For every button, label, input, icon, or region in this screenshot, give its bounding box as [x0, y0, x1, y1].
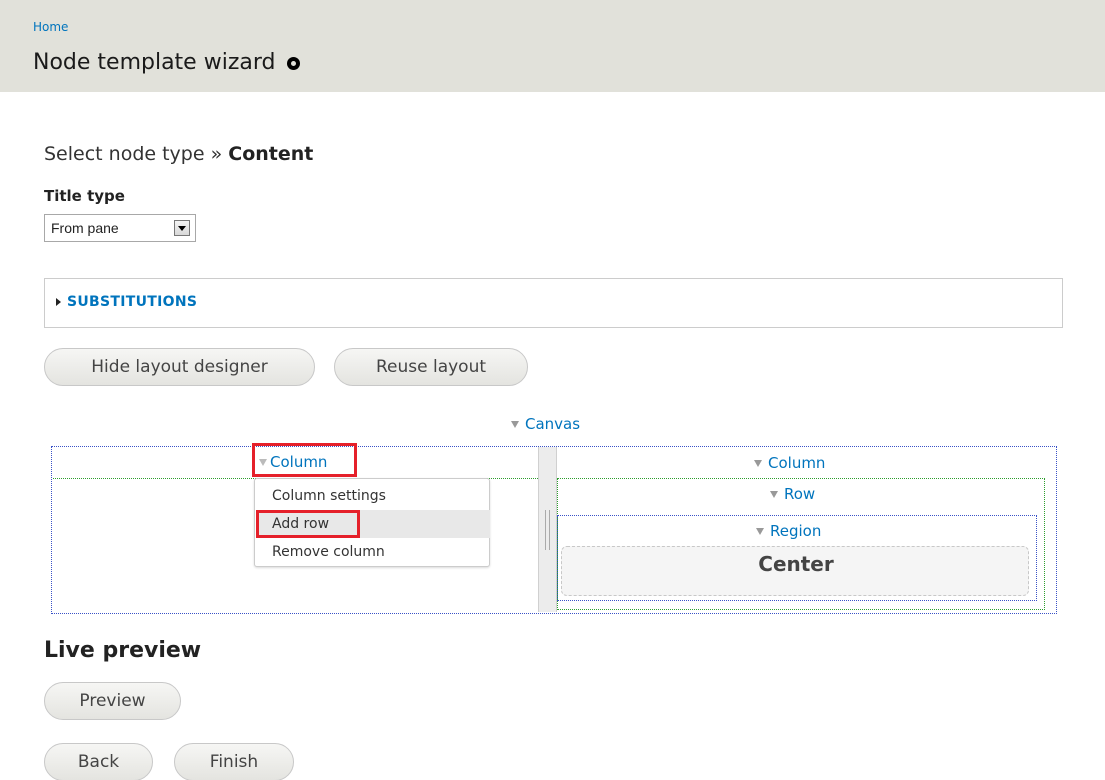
menu-item-remove-column[interactable]: Remove column — [256, 538, 490, 566]
substitutions-fieldset: SUBSTITUTIONS — [44, 278, 1063, 328]
wizard-trail: Select node type » Content — [44, 143, 313, 165]
splitter-grip-icon — [545, 510, 550, 550]
back-button[interactable]: Back — [44, 743, 153, 780]
wizard-step-current: Content — [228, 143, 314, 165]
region-center: Center — [561, 546, 1029, 596]
hide-layout-designer-button[interactable]: Hide layout designer — [44, 348, 315, 386]
highlight-annotation-add-row — [256, 510, 360, 538]
menu-item-column-settings[interactable]: Column settings — [256, 482, 490, 510]
title-type-selected-value: From pane — [51, 220, 119, 236]
title-type-select[interactable]: From pane — [44, 214, 196, 242]
row-menu-link[interactable]: Row — [770, 485, 815, 503]
page-title: Node template wizard — [33, 50, 276, 75]
region-title: Center — [758, 552, 834, 576]
wizard-separator: » — [204, 143, 229, 165]
triangle-down-icon — [756, 527, 764, 535]
title-type-label: Title type — [44, 187, 125, 205]
triangle-down-icon — [511, 420, 519, 428]
triangle-down-icon — [770, 490, 778, 498]
breadcrumb-home[interactable]: Home — [33, 20, 68, 34]
canvas-menu-link[interactable]: Canvas — [511, 415, 580, 433]
row-label: Row — [784, 485, 816, 503]
region-menu-link[interactable]: Region — [756, 522, 821, 540]
add-shortcut-icon[interactable] — [287, 57, 301, 70]
highlight-annotation-column — [252, 443, 357, 477]
finish-button[interactable]: Finish — [174, 743, 294, 780]
right-column-menu-link[interactable]: Column — [754, 454, 825, 472]
preview-button[interactable]: Preview — [44, 682, 181, 720]
triangle-down-icon — [754, 459, 762, 467]
column-splitter-handle[interactable] — [538, 447, 557, 612]
wizard-step-previous: Select node type — [44, 143, 205, 165]
page-header: Home Node template wizard — [0, 0, 1105, 92]
reuse-layout-button[interactable]: Reuse layout — [334, 348, 528, 386]
region-label: Region — [770, 522, 822, 540]
right-column-label: Column — [768, 454, 826, 472]
canvas-label: Canvas — [525, 415, 581, 433]
page-title-wrap: Node template wizard — [33, 50, 301, 75]
collapse-triangle-icon — [56, 298, 61, 306]
substitutions-legend: SUBSTITUTIONS — [67, 294, 198, 310]
live-preview-heading: Live preview — [44, 638, 202, 663]
substitutions-toggle[interactable]: SUBSTITUTIONS — [56, 294, 197, 310]
dropdown-arrow-icon[interactable] — [174, 220, 190, 236]
